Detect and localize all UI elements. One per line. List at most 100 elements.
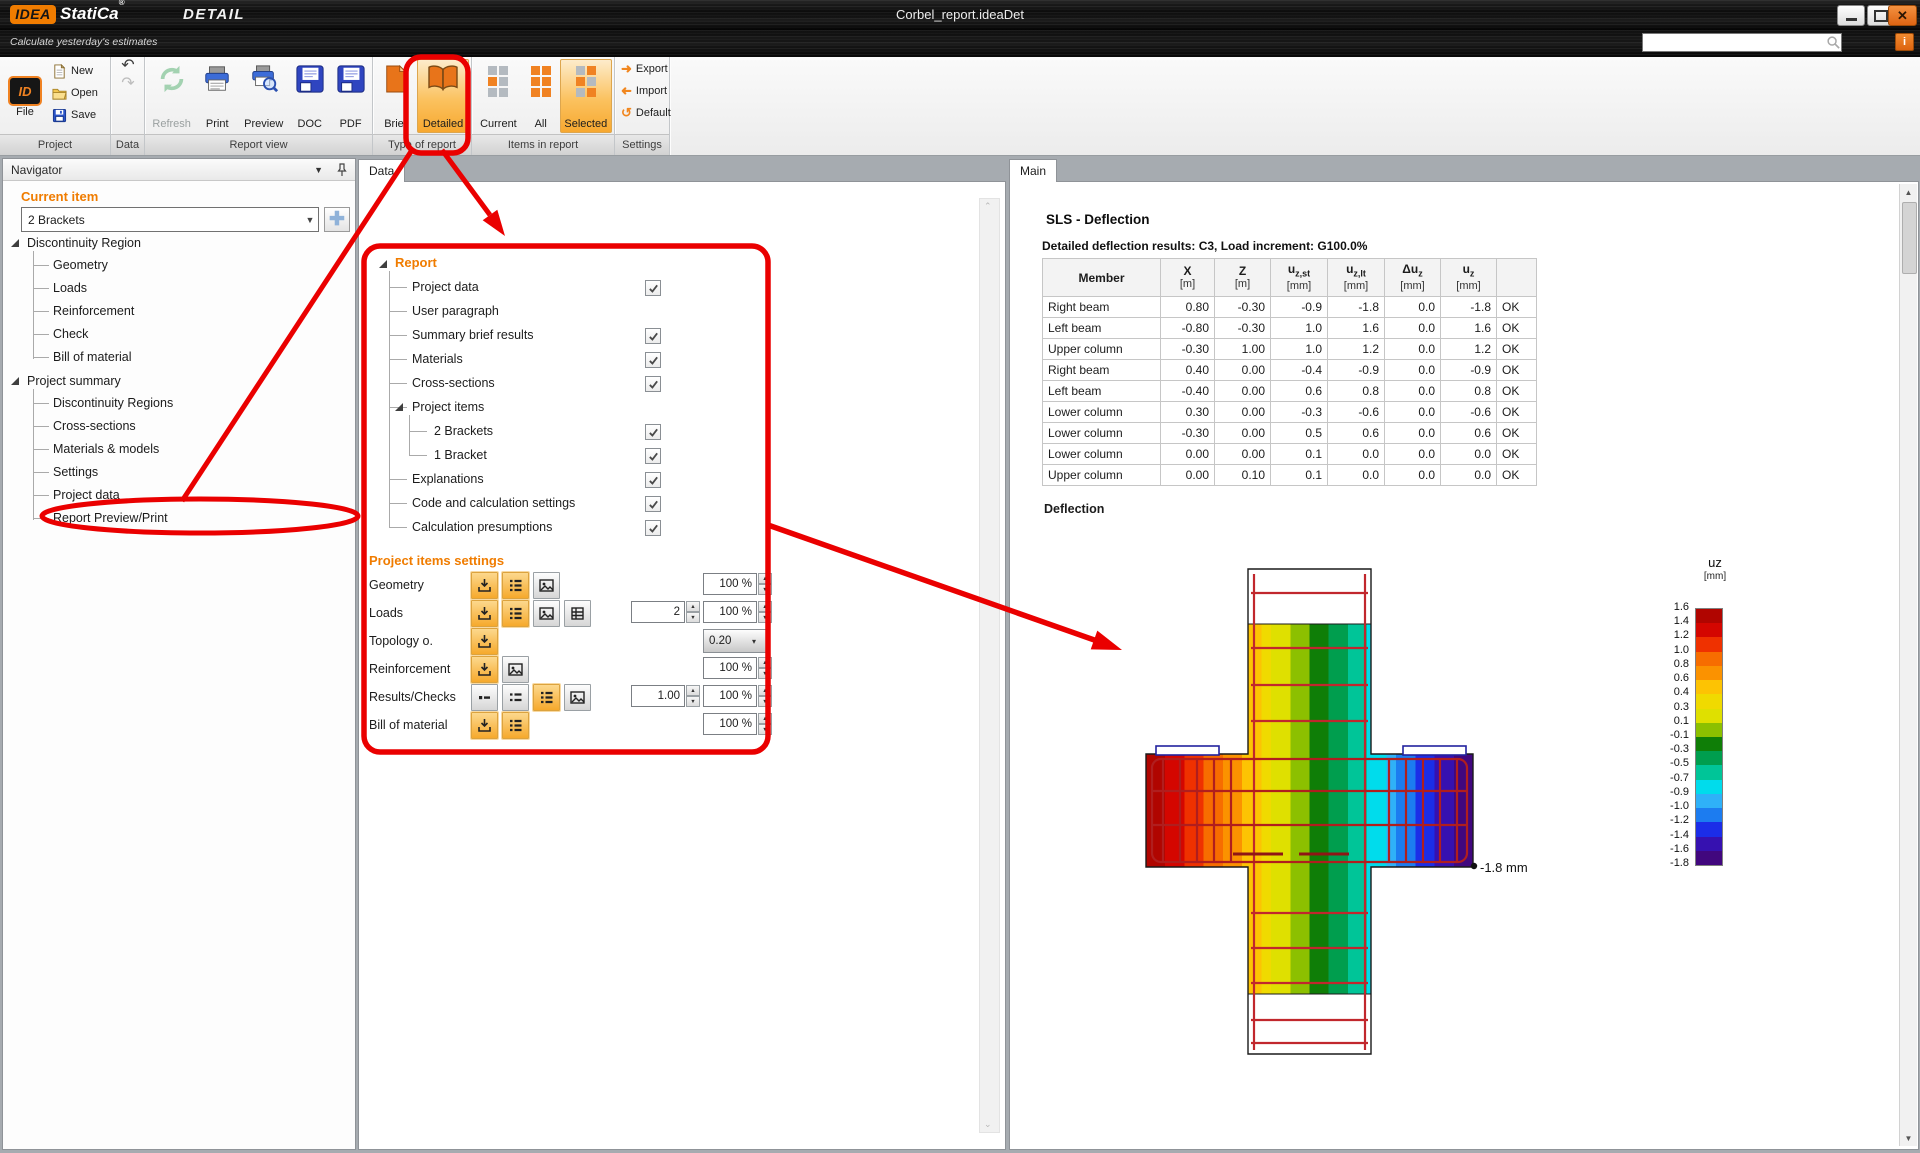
checkbox-1-bracket[interactable] [645,448,661,464]
new-button[interactable]: New [49,61,101,81]
insert-toggle-icon[interactable] [471,600,498,627]
doc-export-button[interactable]: DOC [290,59,329,133]
spin-up-icon[interactable]: ▲ [686,601,700,612]
picture-toggle-icon[interactable] [502,656,529,683]
spin-down-icon[interactable]: ▼ [758,584,772,595]
panel-menu-icon[interactable]: ▼ [314,165,323,175]
scale-stepper-value[interactable]: 100 % [703,573,757,595]
checkbox-project-data[interactable] [645,280,661,296]
file-button[interactable]: ID File [3,59,47,133]
items-current-button[interactable]: Current [475,59,522,133]
print-button[interactable]: Print [197,59,237,133]
data-panel-scrollbar[interactable]: ⌃ ⌄ [979,198,1000,1133]
report-tree-item-user-paragraph[interactable]: User paragraph [379,299,979,323]
minimal-toggle-icon[interactable] [471,684,498,711]
sidebar-group-discontinuity-region[interactable]: Discontinuity Region [11,231,341,254]
scale-stepper-value[interactable]: 100 % [703,601,757,623]
open-button[interactable]: Open [49,83,101,103]
expander-icon[interactable] [11,377,19,385]
count-stepper-value[interactable]: 2 [631,601,685,623]
detailed-report-button[interactable]: Detailed [417,59,469,133]
sidebar-item-report-preview-print[interactable]: Report Preview/Print [53,507,341,530]
report-tree-item-1-bracket[interactable]: 1 Bracket [379,443,979,467]
sidebar-item-discontinuity-regions[interactable]: Discontinuity Regions [53,392,341,415]
report-tree-item-calculation-presumptions[interactable]: Calculation presumptions [379,515,979,539]
brief-report-button[interactable]: Brief [376,59,415,133]
sidebar-item-reinforcement[interactable]: Reinforcement [53,300,341,323]
sidebar-item-check[interactable]: Check [53,323,341,346]
refresh-button[interactable]: Refresh [148,59,195,133]
list-toggle-icon[interactable] [502,712,529,739]
undo-icon[interactable]: ↶ [121,59,134,73]
picture-toggle-icon[interactable] [533,600,560,627]
pdf-export-button[interactable]: PDF [331,59,370,133]
scroll-up-icon[interactable]: ▲ [1900,184,1917,200]
add-item-button[interactable]: ✚ [324,207,350,232]
scrollbar-thumb[interactable] [1902,202,1917,274]
report-tree-root[interactable]: Report [379,251,979,275]
sidebar-item-materials-models[interactable]: Materials & models [53,438,341,461]
checkbox-summary-brief-results[interactable] [645,328,661,344]
picture-toggle-icon[interactable] [564,684,591,711]
preview-button[interactable]: Preview [239,59,288,133]
spin-down-icon[interactable]: ▼ [686,612,700,623]
default-settings-button[interactable]: ↺ Default [618,103,667,123]
insert-toggle-icon[interactable] [471,712,498,739]
list-toggle-icon[interactable] [502,600,529,627]
spin-up-icon[interactable]: ▲ [758,601,772,612]
count-stepper-value[interactable]: 1.00 [631,685,685,707]
checkbox-code-and-calculation-settings[interactable] [645,496,661,512]
items-all-button[interactable]: All [524,59,558,133]
report-tree-item-code-and-calculation-settings[interactable]: Code and calculation settings [379,491,979,515]
sidebar-item-project-data[interactable]: Project data [53,484,341,507]
spin-down-icon[interactable]: ▼ [758,696,772,707]
list-toggle-icon[interactable] [502,572,529,599]
insert-toggle-icon[interactable] [471,572,498,599]
save-button[interactable]: Save [49,105,101,125]
tab-data[interactable]: Data [358,159,405,182]
scroll-up-icon[interactable]: ⌃ [984,202,993,211]
scroll-down-icon[interactable]: ▼ [1900,1130,1917,1146]
sidebar-item-settings[interactable]: Settings [53,461,341,484]
main-panel-scrollbar[interactable]: ▲ ▼ [1899,184,1917,1146]
expander-icon[interactable] [395,403,403,411]
close-button[interactable]: ✕ [1888,5,1917,26]
sidebar-item-bill-of-material[interactable]: Bill of material [53,346,341,369]
sidebar-item-geometry[interactable]: Geometry [53,254,341,277]
list-small-toggle-icon[interactable] [502,684,529,711]
spin-down-icon[interactable]: ▼ [758,668,772,679]
picture-toggle-icon[interactable] [533,572,560,599]
scroll-down-icon[interactable]: ⌄ [984,1120,993,1129]
sidebar-item-cross-sections[interactable]: Cross-sections [53,415,341,438]
search-input[interactable] [1643,36,1826,49]
scale-stepper-value[interactable]: 100 % [703,657,757,679]
scale-stepper-value[interactable]: 100 % [703,713,757,735]
items-selected-button[interactable]: Selected [560,59,612,133]
report-tree-item-2-brackets[interactable]: 2 Brackets [379,419,979,443]
checkbox-materials[interactable] [645,352,661,368]
info-button[interactable]: i [1895,33,1914,51]
expander-icon[interactable] [11,239,19,247]
export-settings-button[interactable]: ➜ Export [618,59,667,79]
insert-toggle-icon[interactable] [471,656,498,683]
report-tree-item-explanations[interactable]: Explanations [379,467,979,491]
spin-up-icon[interactable]: ▲ [686,685,700,696]
scale-stepper-value[interactable]: 100 % [703,685,757,707]
report-tree-item-project-data[interactable]: Project data [379,275,979,299]
spin-up-icon[interactable]: ▲ [758,657,772,668]
sidebar-group-project-summary[interactable]: Project summary [11,369,341,392]
report-tree-item-project-items[interactable]: Project items [379,395,979,419]
spin-down-icon[interactable]: ▼ [758,724,772,735]
sidebar-item-loads[interactable]: Loads [53,277,341,300]
report-tree-item-cross-sections[interactable]: Cross-sections [379,371,979,395]
current-item-dropdown[interactable]: 2 Brackets ▼ [21,207,319,232]
expander-icon[interactable] [379,260,387,268]
import-settings-button[interactable]: ➜ Import [618,81,667,101]
table-toggle-icon[interactable] [564,600,591,627]
spin-down-icon[interactable]: ▼ [758,612,772,623]
report-tree-item-materials[interactable]: Materials [379,347,979,371]
checkbox-2-brackets[interactable] [645,424,661,440]
checkbox-explanations[interactable] [645,472,661,488]
insert-toggle-icon[interactable] [471,628,498,655]
spin-up-icon[interactable]: ▲ [758,685,772,696]
